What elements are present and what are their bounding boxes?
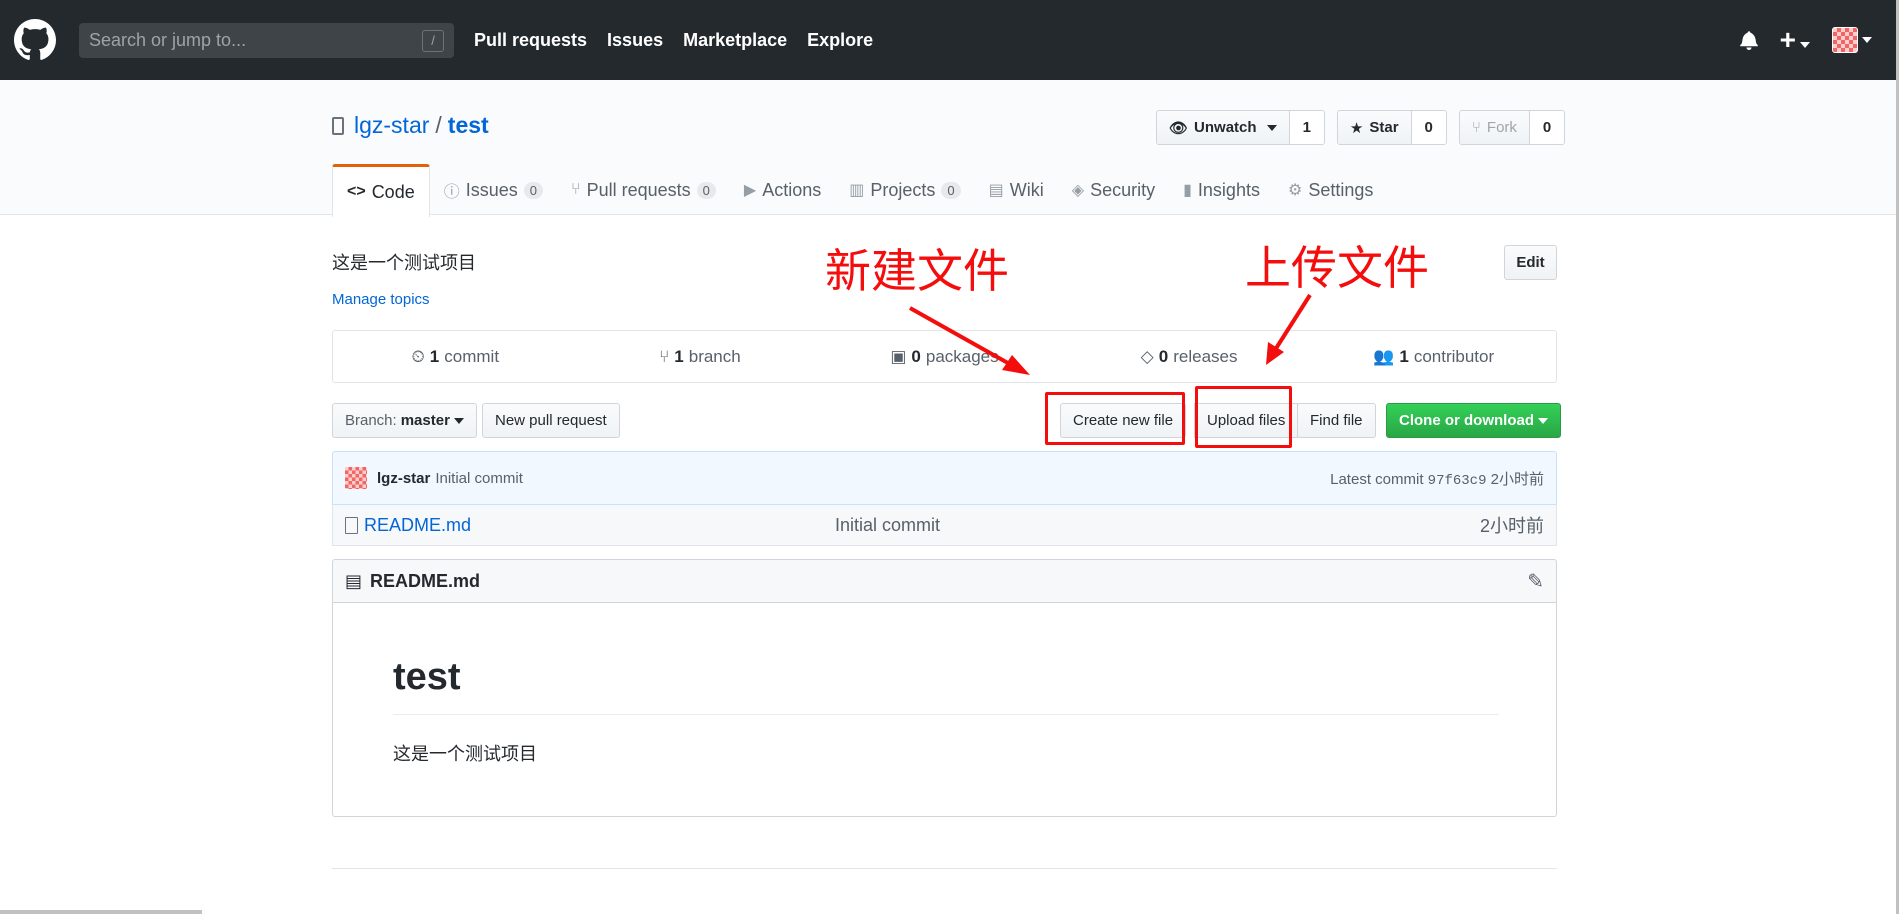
arrow-new-file	[909, 306, 1016, 369]
annotation-arrows	[909, 293, 1312, 375]
arrow-head-new-file	[1002, 355, 1030, 375]
arrow-upload	[1273, 293, 1312, 352]
arrow-head-upload	[1266, 342, 1284, 365]
